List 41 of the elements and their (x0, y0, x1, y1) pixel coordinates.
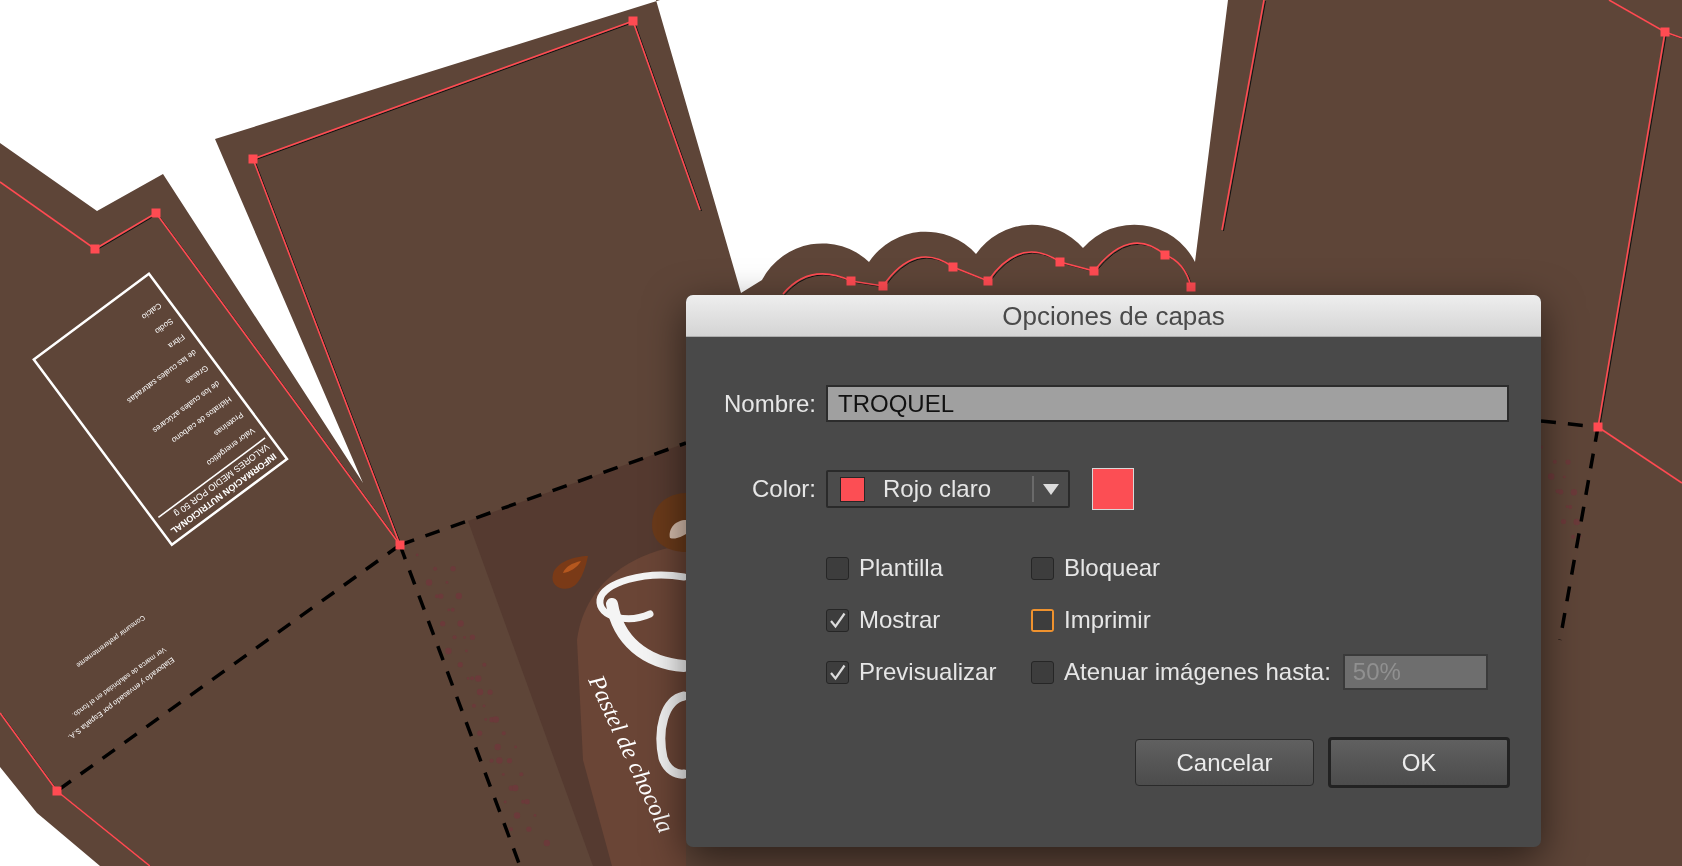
anchor-point (1055, 257, 1065, 267)
anchor-point (52, 786, 62, 796)
checkbox[interactable] (826, 608, 849, 632)
anchor-point (248, 154, 258, 164)
check-icon (829, 663, 846, 681)
color-dropdown[interactable]: Rojo claro (826, 470, 1070, 508)
option-label: Imprimir (1064, 608, 1151, 632)
caret-icon (1043, 483, 1059, 495)
anchor-point (395, 540, 405, 550)
checkbox[interactable] (1031, 660, 1054, 684)
name-field[interactable]: TROQUEL (826, 385, 1509, 422)
option-label: Plantilla (859, 556, 944, 580)
option-label: Mostrar (859, 608, 941, 632)
anchor-point (1089, 266, 1099, 276)
dialog-button[interactable]: OK (1328, 737, 1510, 788)
anchor-point (878, 281, 888, 291)
option-label: Previsualizar (859, 660, 997, 684)
anchor-point (846, 276, 856, 286)
field-label: Color: (750, 477, 817, 501)
color-swatch-icon[interactable] (1092, 468, 1134, 510)
option-label: Atenuar imágenes hasta: (1064, 660, 1331, 684)
check-icon (829, 611, 846, 629)
dialog-button[interactable]: Cancelar (1135, 739, 1314, 786)
anchor-point (90, 244, 100, 254)
anchor-point (151, 208, 161, 218)
dialog-title: Opciones de capas (1002, 302, 1225, 329)
field-label: Nombre: (722, 391, 817, 416)
anchor-point (1160, 250, 1170, 260)
anchor-point (983, 276, 993, 286)
chocolate-drop-icon (552, 556, 588, 589)
chocolate-piece-icon (652, 493, 686, 552)
anchor-point (1186, 282, 1196, 292)
checkbox[interactable] (826, 556, 849, 580)
nutrient-label: Fibra (166, 332, 187, 351)
checkbox[interactable] (1031, 556, 1054, 580)
anchor-point (1593, 422, 1603, 432)
option-label: Bloquear (1064, 556, 1161, 580)
checkbox[interactable] (826, 660, 849, 684)
anchor-point (1660, 27, 1670, 37)
anchor-point (948, 262, 958, 272)
anchor-point (628, 16, 638, 26)
